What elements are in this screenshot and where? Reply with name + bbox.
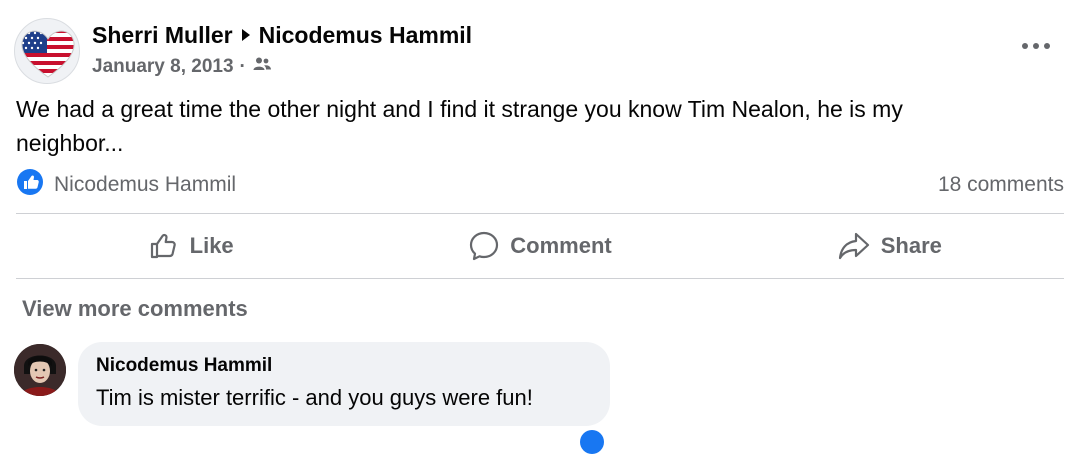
post-date[interactable]: January 8, 2013 xyxy=(92,56,234,78)
author-name[interactable]: Sherri Muller xyxy=(92,22,233,49)
caret-right-icon xyxy=(241,28,251,42)
comment-icon xyxy=(470,231,499,261)
reactions-summary[interactable]: Nicodemus Hammil xyxy=(16,168,236,202)
comment-button[interactable]: Comment xyxy=(365,215,714,277)
post-card: Sherri Muller Nicodemus Hammil January 8… xyxy=(0,0,1084,454)
author-avatar[interactable] xyxy=(14,18,80,84)
share-icon xyxy=(838,232,869,260)
share-label: Share xyxy=(880,233,942,258)
thumbs-up-icon xyxy=(150,233,176,259)
post-header-names: Sherri Muller Nicodemus Hammil xyxy=(92,20,472,50)
comment-text: Tim is mister terrific - and you guys we… xyxy=(96,385,533,410)
comment-bubble: Nicodemus Hammil Tim is mister terrific … xyxy=(78,342,610,426)
like-reaction-icon xyxy=(16,168,44,202)
friends-icon[interactable] xyxy=(252,56,272,78)
flag-heart-icon xyxy=(21,30,75,78)
more-options-icon xyxy=(1022,43,1050,49)
commenter-avatar[interactable] xyxy=(14,344,66,396)
comment-reaction-icon[interactable] xyxy=(580,430,604,454)
person-photo-icon xyxy=(14,344,66,396)
reaction-names[interactable]: Nicodemus Hammil xyxy=(54,173,236,197)
like-button[interactable]: Like xyxy=(16,215,365,277)
post-text-line-2: neighbor... xyxy=(16,130,124,156)
target-name[interactable]: Nicodemus Hammil xyxy=(259,22,472,49)
post-body: We had a great time the other night and … xyxy=(16,92,1066,160)
comment-label: Comment xyxy=(510,233,612,258)
view-more-comments-link[interactable]: View more comments xyxy=(22,296,248,322)
comments-count[interactable]: 18 comments xyxy=(938,168,1064,202)
divider-top xyxy=(16,213,1064,214)
more-options-button[interactable] xyxy=(1012,28,1060,64)
like-label: Like xyxy=(189,233,234,258)
post-meta: January 8, 2013 · xyxy=(92,54,272,80)
divider-bottom xyxy=(16,278,1064,279)
post-text-line-1: We had a great time the other night and … xyxy=(16,96,903,122)
post-actions: Like Comment Share xyxy=(16,215,1064,277)
share-button[interactable]: Share xyxy=(715,215,1064,277)
commenter-name[interactable]: Nicodemus Hammil xyxy=(96,354,592,378)
meta-separator: · xyxy=(239,56,246,77)
